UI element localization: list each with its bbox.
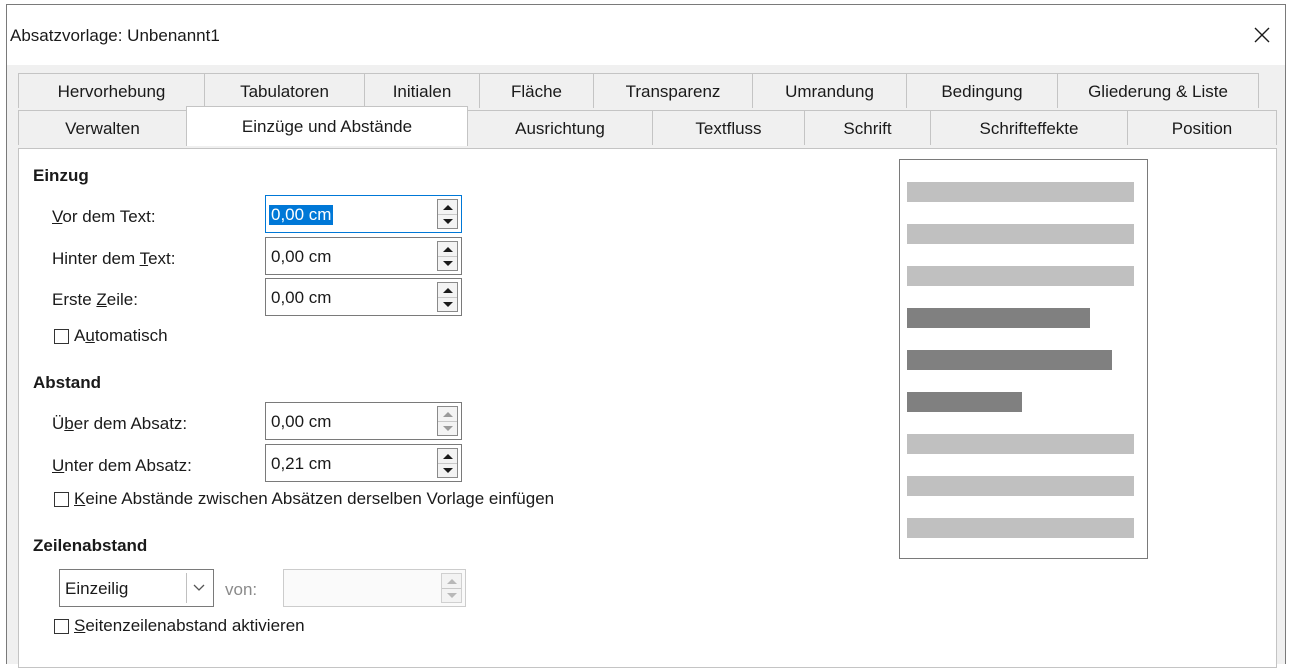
preview-line (907, 224, 1134, 244)
tab-content-panel: Einzug Vor dem Text: 0,00 cm Hinter dem … (18, 148, 1277, 668)
erste-zeile-spinbox[interactable]: 0,00 cm (265, 278, 462, 316)
preview-line (907, 434, 1134, 454)
hinter-dem-text-value[interactable]: 0,00 cm (271, 247, 331, 267)
label-hinter-dem-text: Hinter dem Text: (52, 249, 176, 268)
tab-schrifteffekte[interactable]: Schrifteffekte (930, 110, 1128, 145)
tab-umrandung[interactable]: Umrandung (752, 73, 907, 108)
checkbox-box[interactable] (54, 491, 69, 507)
hinter-dem-text-spinbox[interactable]: 0,00 cm (265, 237, 462, 275)
vor-dem-text-stepper[interactable] (437, 199, 458, 229)
tab-initialen[interactable]: Initialen (364, 73, 480, 108)
zeilenabstand-select-value[interactable]: Einzeilig (65, 579, 128, 599)
increment-arrow-icon[interactable] (438, 283, 457, 298)
zeilenabstand-select[interactable]: Einzeilig (59, 569, 214, 607)
preview-line (907, 476, 1134, 496)
keine-abstaende-checkbox[interactable]: Keine Abstände zwischen Absätzen derselb… (54, 489, 554, 509)
tab-ausrichtung[interactable]: Ausrichtung (467, 110, 653, 145)
ueber-dem-absatz-stepper[interactable] (437, 406, 458, 436)
tab-einzuege-abstaende[interactable]: Einzüge und Abstände (186, 106, 468, 146)
tab-schrift[interactable]: Schrift (804, 110, 931, 145)
close-button[interactable] (1239, 5, 1285, 65)
von-spinbox (283, 569, 466, 607)
increment-arrow-icon[interactable] (438, 200, 457, 215)
label-ueber-dem-absatz: Über dem Absatz: (52, 414, 188, 433)
paragraph-preview (899, 159, 1148, 559)
vor-dem-text-spinbox[interactable]: 0,00 cm (265, 195, 462, 233)
checkbox-box[interactable] (54, 618, 69, 634)
dialog-title: Absatzvorlage: Unbenannt1 (10, 26, 220, 45)
paragraph-style-dialog: Absatzvorlage: Unbenannt1 Hervorhebung T… (6, 4, 1286, 668)
preview-line-current (907, 392, 1022, 412)
chevron-down-icon (193, 584, 204, 591)
decrement-arrow-icon[interactable] (438, 214, 457, 228)
preview-line (907, 266, 1134, 286)
unter-dem-absatz-value[interactable]: 0,21 cm (271, 454, 331, 474)
tab-gliederung-liste[interactable]: Gliederung & Liste (1057, 73, 1259, 108)
section-heading-abstand: Abstand (33, 373, 101, 392)
increment-arrow-icon (442, 574, 461, 589)
label-von: von: (225, 580, 258, 599)
close-icon (1254, 27, 1270, 43)
von-stepper (441, 573, 462, 603)
seitenzeilenabstand-checkbox[interactable]: Seitenzeilenabstand aktivieren (54, 616, 305, 636)
vor-dem-text-value[interactable]: 0,00 cm (269, 205, 334, 225)
title-bar: Absatzvorlage: Unbenannt1 (7, 5, 1285, 65)
seitenzeilenabstand-label: Seitenzeilenabstand aktivieren (74, 616, 305, 635)
tab-flaeche[interactable]: Fläche (479, 73, 594, 108)
increment-arrow-icon[interactable] (438, 242, 457, 257)
preview-line (907, 182, 1134, 202)
tab-position[interactable]: Position (1127, 110, 1277, 145)
tab-bedingung[interactable]: Bedingung (906, 73, 1058, 108)
tab-textfluss[interactable]: Textfluss (652, 110, 805, 145)
label-vor-dem-text: Vor dem Text: (52, 207, 156, 226)
section-heading-einzug: Einzug (33, 166, 89, 185)
erste-zeile-stepper[interactable] (437, 282, 458, 312)
dropdown-button[interactable] (186, 573, 210, 603)
preview-line-current (907, 308, 1090, 328)
decrement-arrow-icon[interactable] (438, 463, 457, 477)
keine-abstaende-label: Keine Abstände zwischen Absätzen derselb… (74, 489, 555, 508)
tab-tabulatoren[interactable]: Tabulatoren (204, 73, 365, 108)
ueber-dem-absatz-value[interactable]: 0,00 cm (271, 412, 331, 432)
label-unter-dem-absatz: Unter dem Absatz: (52, 456, 192, 475)
decrement-arrow-icon[interactable] (438, 256, 457, 270)
unter-dem-absatz-spinbox[interactable]: 0,21 cm (265, 444, 462, 482)
preview-line (907, 518, 1134, 538)
hinter-dem-text-stepper[interactable] (437, 241, 458, 271)
tab-verwalten[interactable]: Verwalten (18, 110, 187, 145)
increment-arrow-icon[interactable] (438, 407, 457, 422)
erste-zeile-value[interactable]: 0,00 cm (271, 288, 331, 308)
automatisch-checkbox[interactable]: Automatisch (54, 326, 168, 346)
tab-hervorhebung[interactable]: Hervorhebung (18, 73, 205, 108)
decrement-arrow-icon (442, 588, 461, 602)
tab-transparenz[interactable]: Transparenz (593, 73, 753, 108)
decrement-arrow-icon[interactable] (438, 297, 457, 311)
section-heading-zeilenabstand: Zeilenabstand (33, 536, 148, 555)
checkbox-box[interactable] (54, 328, 69, 344)
automatisch-label: Automatisch (74, 326, 168, 345)
decrement-arrow-icon[interactable] (438, 421, 457, 435)
ueber-dem-absatz-spinbox[interactable]: 0,00 cm (265, 402, 462, 440)
preview-line-current (907, 350, 1112, 370)
label-erste-zeile: Erste Zeile: (52, 290, 138, 309)
increment-arrow-icon[interactable] (438, 449, 457, 464)
unter-dem-absatz-stepper[interactable] (437, 448, 458, 478)
